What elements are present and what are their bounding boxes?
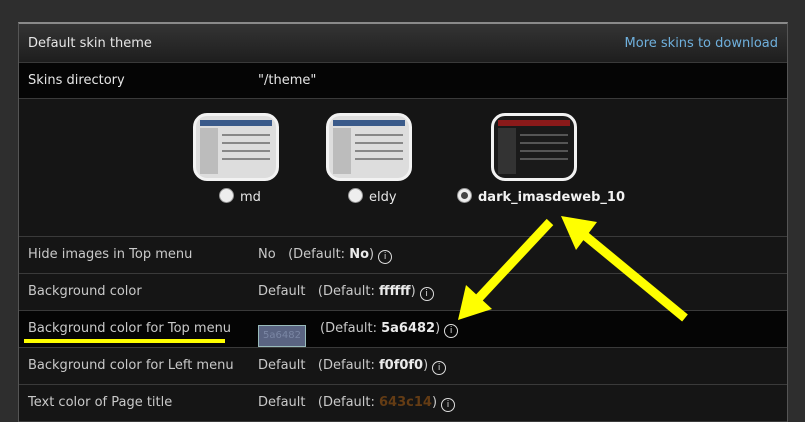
yellow-arrow-up-shaft [580,230,688,322]
yellow-underline [24,339,225,343]
annotation-overlay [24,216,688,343]
yellow-arrow-down-shaft [474,218,554,303]
